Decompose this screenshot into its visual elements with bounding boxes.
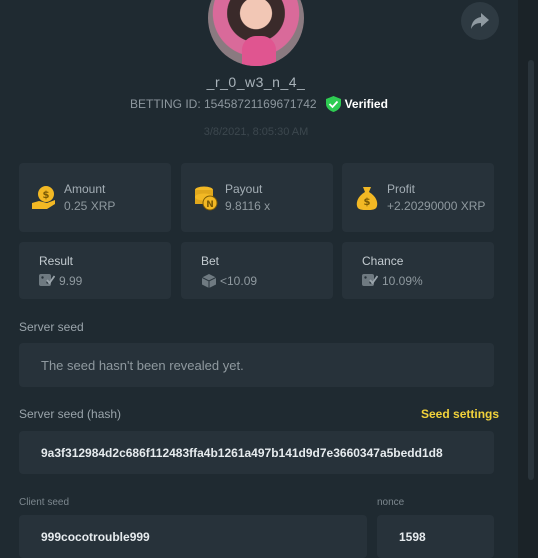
money-bag-icon: $ [356,187,378,210]
server-seed-label: Server seed [19,320,84,334]
bet-card: Bet <10.09 [181,242,333,299]
client-seed-label: Client seed [19,497,70,508]
dice-check-icon [39,274,55,286]
share-button[interactable] [461,2,499,40]
scrollbar-track[interactable] [518,0,538,558]
chance-card: Chance 10.09% [342,242,494,299]
payout-value: 9.8116 x [225,199,271,213]
amount-value: 0.25 XRP [64,199,116,213]
betting-id-row: BETTING ID: 15458721169671742 Verified [130,96,388,112]
server-seed-hash-label: Server seed (hash) [19,407,122,421]
coin-stack-icon: N [195,186,218,211]
verified-badge: Verified [325,96,388,112]
svg-text:$: $ [364,197,371,208]
profit-label: Profit [387,182,416,196]
bet-datetime: 3/8/2021, 8:05:30 AM [203,126,309,138]
amount-card: $ Amount 0.25 XRP [19,163,171,232]
dice-icon [202,274,216,288]
bet-details-panel: _r_0_w3_n_4_ BETTING ID: 154587211696717… [0,0,518,558]
client-seed-field[interactable]: 999cocotrouble999 [19,515,367,558]
chance-value: 10.09% [382,274,423,288]
betting-id: BETTING ID: 15458721169671742 [130,97,317,111]
share-icon [471,13,489,29]
result-card: Result 9.99 [19,242,171,299]
svg-text:N: N [206,200,214,210]
seed-settings-link[interactable]: Seed settings [421,407,499,421]
server-seed-field: The seed hasn't been revealed yet. [19,343,494,387]
avatar [208,0,304,66]
nonce-label: nonce [377,497,405,508]
svg-text:$: $ [43,190,50,201]
profit-value: +2.20290000 XRP [387,199,486,213]
scrollbar-thumb[interactable] [528,60,534,480]
verified-label: Verified [344,97,388,111]
profit-card: $ Profit +2.20290000 XRP [342,163,494,232]
result-value: 9.99 [59,274,83,288]
result-label: Result [39,254,74,268]
server-seed-hash-field[interactable]: 9a3f312984d2c686f112483ffa4b1261a497b141… [19,431,494,474]
nonce-field[interactable]: 1598 [377,515,494,558]
verified-check-icon [325,96,341,112]
dice-check-icon [362,274,378,286]
bet-value: <10.09 [220,274,258,288]
amount-label: Amount [64,182,106,196]
username: _r_0_w3_n_4_ [206,74,306,90]
coin-hand-icon: $ [32,186,55,209]
payout-label: Payout [225,182,263,196]
bet-label: Bet [201,254,220,268]
payout-card: N Payout 9.8116 x [181,163,333,232]
chance-label: Chance [362,254,404,268]
